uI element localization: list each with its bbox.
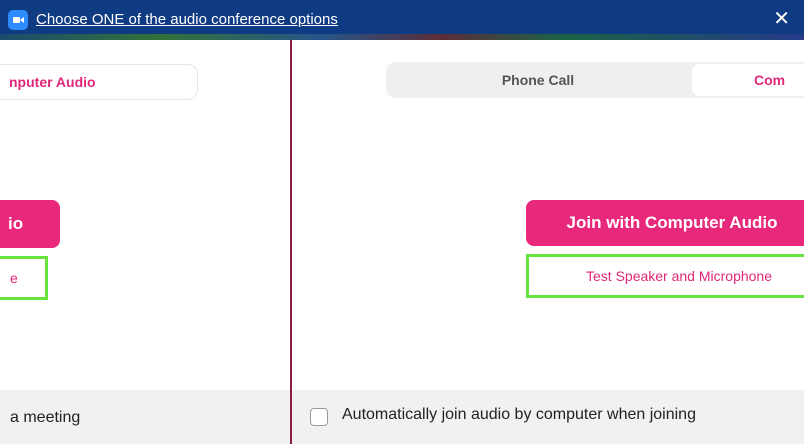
tab-computer-audio-fragment[interactable]: nputer Audio — [0, 64, 198, 100]
join-label: io — [8, 214, 24, 233]
auto-join-footer: Automatically join audio by computer whe… — [292, 390, 804, 444]
tab-label: nputer Audio — [9, 74, 96, 90]
join-audio-button-fragment[interactable]: io — [0, 200, 60, 248]
tab-phone-call[interactable]: Phone Call — [386, 62, 690, 98]
audio-options-pane: Phone Call Com Join with Computer Audio … — [292, 40, 804, 444]
left-footer: a meeting — [0, 390, 290, 444]
auto-join-checkbox[interactable] — [310, 408, 328, 426]
test-link-label: Test Speaker and Microphone — [586, 268, 772, 284]
title-bar: Choose ONE of the audio conference optio… — [0, 0, 804, 40]
close-icon[interactable]: ✕ — [773, 6, 790, 32]
zoom-camera-icon — [8, 10, 28, 30]
join-button-label: Join with Computer Audio — [566, 213, 778, 232]
test-label: e — [10, 270, 18, 286]
auto-join-label[interactable]: Automatically join audio by computer whe… — [342, 406, 696, 424]
test-speaker-microphone-link[interactable]: Test Speaker and Microphone — [526, 254, 804, 298]
tab-computer-audio[interactable]: Com — [692, 64, 804, 96]
join-computer-audio-button[interactable]: Join with Computer Audio — [526, 200, 804, 246]
test-speaker-link-fragment[interactable]: e — [0, 256, 48, 300]
window-title: Choose ONE of the audio conference optio… — [36, 11, 338, 28]
footer-text: a meeting — [10, 409, 81, 426]
audio-tabs: Phone Call Com — [386, 62, 804, 98]
left-duplicate-pane: nputer Audio io e a meeting — [0, 40, 290, 444]
